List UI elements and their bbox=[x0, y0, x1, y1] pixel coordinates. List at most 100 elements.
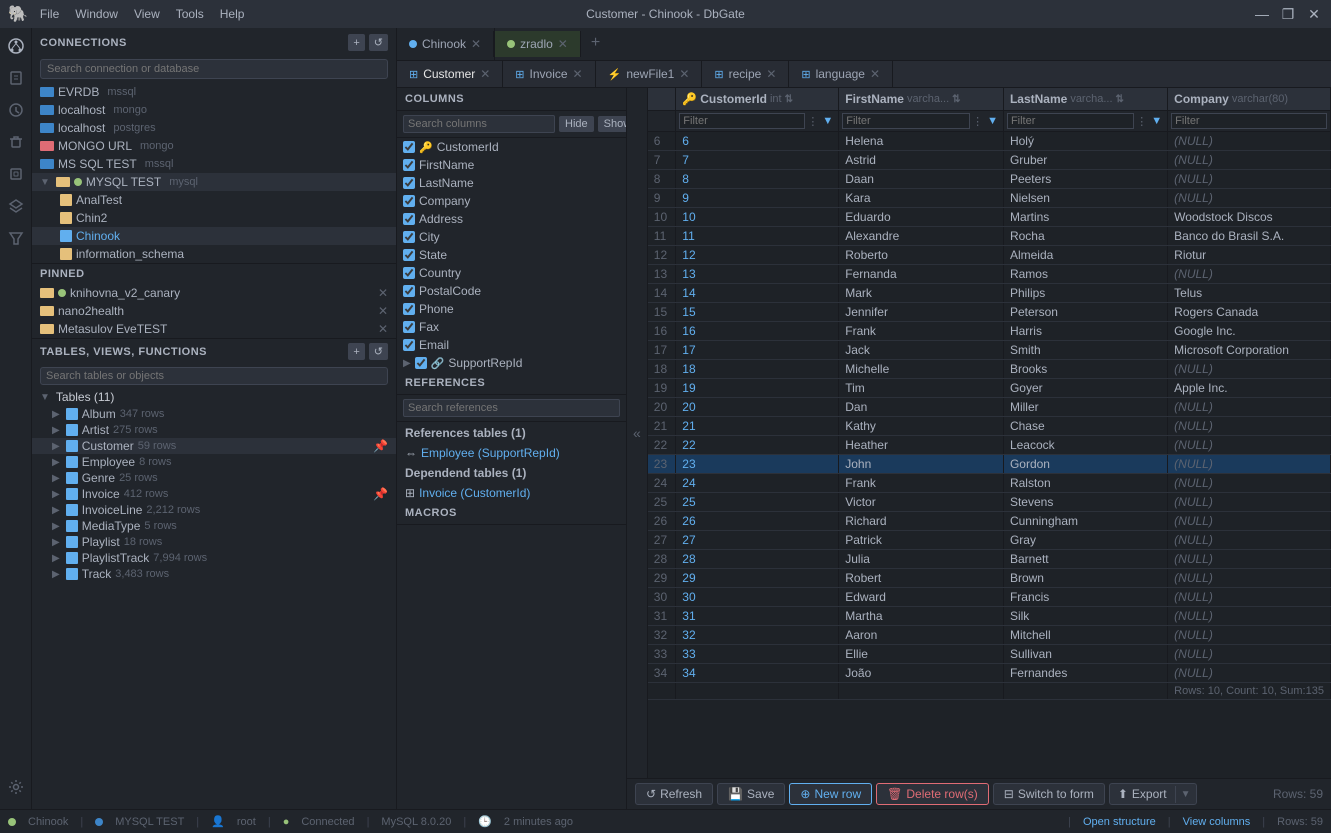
column-item-customerid[interactable]: 🔑 CustomerId bbox=[397, 138, 626, 156]
column-item-firstname[interactable]: FirstName bbox=[397, 156, 626, 174]
connection-localhost-postgres[interactable]: localhost postgres bbox=[32, 119, 396, 137]
cell-customerid[interactable]: 25 bbox=[676, 493, 839, 512]
close-tab-icon[interactable]: ✕ bbox=[471, 37, 481, 51]
cell-lastname[interactable]: Peterson bbox=[1003, 303, 1167, 322]
cell-firstname[interactable]: Martha bbox=[839, 607, 1004, 626]
cell-firstname[interactable]: Edward bbox=[839, 588, 1004, 607]
expand-icon[interactable]: ▶ bbox=[52, 473, 60, 484]
cell-customerid[interactable]: 22 bbox=[676, 436, 839, 455]
column-checkbox[interactable] bbox=[403, 303, 415, 315]
cell-firstname[interactable]: João bbox=[839, 664, 1004, 683]
filter-options-button[interactable]: ⋮ bbox=[805, 114, 820, 129]
close-tab-icon[interactable]: ✕ bbox=[870, 67, 880, 81]
table-row[interactable]: 7 7 Astrid Gruber (NULL) bbox=[648, 151, 1331, 170]
refresh-tables-button[interactable]: ↺ bbox=[369, 343, 388, 360]
ref-item-employee[interactable]: ⇔ Employee (SupportRepId) bbox=[397, 444, 626, 462]
settings-icon[interactable] bbox=[2, 773, 30, 801]
layers-icon[interactable] bbox=[2, 192, 30, 220]
package-icon[interactable] bbox=[2, 160, 30, 188]
cell-company[interactable]: (NULL) bbox=[1168, 170, 1331, 189]
filter-customerid-input[interactable] bbox=[679, 113, 805, 129]
table-row[interactable]: 28 28 Julia Barnett (NULL) bbox=[648, 550, 1331, 569]
filter-company-input[interactable] bbox=[1171, 113, 1327, 129]
cell-customerid[interactable]: 16 bbox=[676, 322, 839, 341]
column-checkbox[interactable] bbox=[403, 177, 415, 189]
cell-customerid[interactable]: 20 bbox=[676, 398, 839, 417]
column-checkbox[interactable] bbox=[403, 231, 415, 243]
sort-icon[interactable]: ⇅ bbox=[1116, 94, 1124, 105]
column-checkbox[interactable] bbox=[415, 357, 427, 369]
table-row[interactable]: 6 6 Helena Holý (NULL) bbox=[648, 132, 1331, 151]
connection-evrdb[interactable]: EVRDB mssql bbox=[32, 83, 396, 101]
tab-invoice[interactable]: ⊞ Invoice ✕ bbox=[503, 61, 595, 87]
cell-firstname[interactable]: Michelle bbox=[839, 360, 1004, 379]
tab-newfile1[interactable]: ⚡ newFile1 ✕ bbox=[596, 61, 703, 87]
switch-to-form-button[interactable]: ⊟ Switch to form bbox=[993, 783, 1105, 805]
db-chin2[interactable]: Chin2 bbox=[32, 209, 396, 227]
cell-customerid[interactable]: 17 bbox=[676, 341, 839, 360]
db-analtest[interactable]: AnalTest bbox=[32, 191, 396, 209]
cell-customerid[interactable]: 15 bbox=[676, 303, 839, 322]
cell-customerid[interactable]: 11 bbox=[676, 227, 839, 246]
filter-options-button[interactable]: ⋮ bbox=[1134, 114, 1149, 129]
table-row[interactable]: 15 15 Jennifer Peterson Rogers Canada bbox=[648, 303, 1331, 322]
cell-company[interactable]: (NULL) bbox=[1168, 531, 1331, 550]
cell-customerid[interactable]: 30 bbox=[676, 588, 839, 607]
cell-company[interactable]: Apple Inc. bbox=[1168, 379, 1331, 398]
view-columns-link[interactable]: View columns bbox=[1183, 816, 1251, 828]
cell-firstname[interactable]: Alexandre bbox=[839, 227, 1004, 246]
expand-icon[interactable]: ▶ bbox=[52, 505, 60, 516]
cell-firstname[interactable]: Jack bbox=[839, 341, 1004, 360]
menu-view[interactable]: View bbox=[134, 7, 160, 21]
tab-customer[interactable]: ⊞ Customer ✕ bbox=[397, 61, 503, 87]
expand-icon[interactable]: ▶ bbox=[52, 457, 60, 468]
cell-lastname[interactable]: Chase bbox=[1003, 417, 1167, 436]
maximize-button[interactable]: ❐ bbox=[1279, 6, 1297, 23]
unpin-button[interactable]: ✕ bbox=[378, 304, 388, 318]
close-tab-icon[interactable]: ✕ bbox=[573, 67, 583, 81]
collapse-panel-button[interactable]: « bbox=[627, 88, 648, 778]
cell-customerid[interactable]: 14 bbox=[676, 284, 839, 303]
cell-company[interactable]: (NULL) bbox=[1168, 626, 1331, 645]
column-checkbox[interactable] bbox=[403, 321, 415, 333]
table-item-mediatype[interactable]: ▶ MediaType 5 rows bbox=[32, 518, 396, 534]
col-header-lastname[interactable]: LastName varcha... ⇅ bbox=[1003, 88, 1167, 111]
cell-customerid[interactable]: 9 bbox=[676, 189, 839, 208]
sort-icon[interactable]: ⇅ bbox=[952, 94, 960, 105]
cell-customerid[interactable]: 8 bbox=[676, 170, 839, 189]
column-checkbox[interactable] bbox=[403, 249, 415, 261]
cell-firstname[interactable]: Patrick bbox=[839, 531, 1004, 550]
expand-icon[interactable]: ▶ bbox=[52, 553, 60, 564]
cell-firstname[interactable]: Fernanda bbox=[839, 265, 1004, 284]
table-row[interactable]: 34 34 João Fernandes (NULL) bbox=[648, 664, 1331, 683]
connections-icon[interactable] bbox=[2, 32, 30, 60]
cell-lastname[interactable]: Brown bbox=[1003, 569, 1167, 588]
cell-company[interactable]: (NULL) bbox=[1168, 664, 1331, 683]
cell-lastname[interactable]: Mitchell bbox=[1003, 626, 1167, 645]
references-search-input[interactable] bbox=[403, 399, 620, 417]
column-item-state[interactable]: State bbox=[397, 246, 626, 264]
cell-firstname[interactable]: Julia bbox=[839, 550, 1004, 569]
col-header-customerid[interactable]: 🔑 CustomerId int ⇅ bbox=[676, 88, 839, 111]
grid-wrapper[interactable]: 🔑 CustomerId int ⇅ FirstName bbox=[648, 88, 1331, 778]
tables-section-header[interactable]: ▼ Tables (11) bbox=[32, 388, 396, 406]
filter-icon[interactable] bbox=[2, 224, 30, 252]
column-item-lastname[interactable]: LastName bbox=[397, 174, 626, 192]
column-item-company[interactable]: Company bbox=[397, 192, 626, 210]
cell-lastname[interactable]: Leacock bbox=[1003, 436, 1167, 455]
connection-ms-sql-test[interactable]: MS SQL TEST mssql bbox=[32, 155, 396, 173]
menu-tools[interactable]: Tools bbox=[176, 7, 204, 21]
table-item-artist[interactable]: ▶ Artist 275 rows bbox=[32, 422, 396, 438]
cell-company[interactable]: (NULL) bbox=[1168, 569, 1331, 588]
expand-arrow-icon[interactable]: ▼ bbox=[40, 177, 50, 188]
pinned-item-knihovna[interactable]: knihovna_v2_canary ✕ bbox=[32, 284, 396, 302]
cell-lastname[interactable]: Almeida bbox=[1003, 246, 1167, 265]
filter-lastname-input[interactable] bbox=[1007, 113, 1134, 129]
table-row[interactable]: 17 17 Jack Smith Microsoft Corporation bbox=[648, 341, 1331, 360]
cell-lastname[interactable]: Cunningham bbox=[1003, 512, 1167, 531]
filter-apply-button[interactable]: ▼ bbox=[1149, 114, 1164, 128]
new-tab-button[interactable]: + bbox=[581, 28, 610, 60]
table-row[interactable]: 23 23 John Gordon (NULL) bbox=[648, 455, 1331, 474]
tvf-search-input[interactable] bbox=[40, 367, 388, 385]
cell-customerid[interactable]: 26 bbox=[676, 512, 839, 531]
